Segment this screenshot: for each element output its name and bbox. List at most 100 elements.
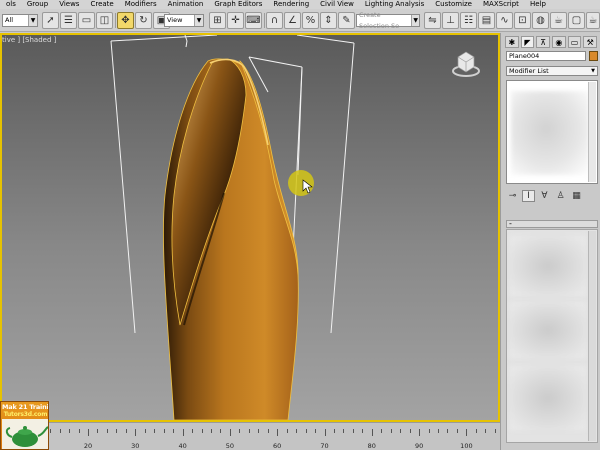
timeline-tick bbox=[381, 429, 383, 433]
pivot-center-button[interactable]: ⊞ bbox=[209, 12, 226, 29]
tab-create[interactable]: ✱ bbox=[505, 36, 519, 48]
timeline-tick bbox=[475, 429, 477, 433]
timeline-tick bbox=[69, 429, 71, 433]
select-and-rotate-button[interactable]: ↻ bbox=[135, 12, 152, 29]
create-icon: ✱ bbox=[508, 37, 516, 47]
select-manipulate-button[interactable]: ✛ bbox=[227, 12, 244, 29]
modifier-stack-toolbar: ⊸ Ⅰ ∀ ♙ ▦ bbox=[506, 189, 598, 203]
timeline-frame-label: 20 bbox=[83, 442, 93, 450]
show-end-result-button[interactable]: Ⅰ bbox=[522, 190, 535, 202]
align-icon: ⊥ bbox=[446, 15, 455, 26]
angle-snap-button[interactable]: ∠ bbox=[284, 12, 301, 29]
modifier-stack-scrollbar[interactable] bbox=[588, 82, 596, 182]
menu-group[interactable]: Group bbox=[21, 0, 53, 9]
move-icon: ✥ bbox=[121, 15, 130, 26]
render-setup-button[interactable]: ☕ bbox=[550, 12, 567, 29]
main-toolbar: All ▼ ➚ ☰ ▭ ◫ ✥ ↻ ▣ View ▼ ⊞ ✛ ⌨ ∩ ∠ % ⇕… bbox=[0, 9, 600, 32]
modifier-stack-list[interactable] bbox=[506, 80, 598, 184]
timeline-frame-label: 90 bbox=[414, 442, 424, 450]
material-editor-button[interactable]: ◍ bbox=[532, 12, 549, 29]
frame-window-icon: ▢ bbox=[571, 15, 582, 26]
timeline-frame-label: 60 bbox=[273, 442, 282, 450]
tab-motion[interactable]: ◉ bbox=[552, 36, 566, 48]
menu-civil-view[interactable]: Civil View bbox=[314, 0, 359, 9]
timeline-tick bbox=[88, 429, 89, 436]
select-and-move-button[interactable]: ✥ bbox=[117, 12, 134, 29]
timeline-tick bbox=[50, 429, 52, 433]
tab-utilities[interactable]: ⚒ bbox=[583, 36, 598, 48]
parameters-content bbox=[510, 302, 586, 358]
chevron-down-icon: ▼ bbox=[411, 15, 419, 26]
timeline-ruler[interactable]: 20 30 40 50 60 70 80 90 100 bbox=[50, 429, 500, 450]
menu-rendering[interactable]: Rendering bbox=[267, 0, 314, 9]
configure-modifier-sets-button[interactable]: ▦ bbox=[570, 190, 583, 202]
modifier-list-dropdown[interactable]: Modifier List ▼ bbox=[506, 66, 598, 76]
spinner-snap-button[interactable]: ⇕ bbox=[320, 12, 337, 29]
timeline-tick bbox=[400, 429, 402, 433]
tab-hierarchy[interactable]: ⊼ bbox=[536, 36, 551, 48]
timeline-tick bbox=[163, 429, 165, 433]
percent-snap-button[interactable]: % bbox=[302, 12, 319, 29]
rendered-frame-window-button[interactable]: ▢ bbox=[568, 12, 585, 29]
parameters-scrollbar[interactable] bbox=[588, 231, 596, 441]
timeline-tick bbox=[135, 429, 137, 436]
command-panel: ✱ ◤ ⊼ ◉ ▭ ⚒ Plane004 Modifier List ▼ ⊸ Ⅰ… bbox=[500, 33, 600, 450]
menu-help[interactable]: Help bbox=[524, 0, 551, 9]
layer-manager-button[interactable]: ☷ bbox=[460, 12, 477, 29]
select-by-name-button[interactable]: ☰ bbox=[60, 12, 77, 29]
schematic-view-button[interactable]: ⊡ bbox=[514, 12, 531, 29]
selection-filter-value: All bbox=[5, 16, 14, 24]
align-button[interactable]: ⊥ bbox=[442, 12, 459, 29]
reference-coordinate-dropdown[interactable]: View ▼ bbox=[164, 14, 204, 27]
menu-animation[interactable]: Animation bbox=[162, 0, 209, 9]
menu-create[interactable]: Create bbox=[84, 0, 118, 9]
keyboard-shortcut-override-button[interactable]: ⌨ bbox=[245, 12, 262, 29]
selection-filter-dropdown[interactable]: All ▼ bbox=[2, 14, 38, 27]
named-selection-set-dropdown[interactable]: Create Selection Se ▼ bbox=[356, 11, 420, 30]
tab-display[interactable]: ▭ bbox=[567, 36, 582, 48]
tab-modify[interactable]: ◤ bbox=[520, 36, 535, 48]
edit-named-selection-button[interactable]: ✎ bbox=[338, 12, 355, 29]
object-color-swatch[interactable] bbox=[589, 51, 598, 61]
timeline-tick bbox=[173, 429, 175, 433]
timeline-tick bbox=[97, 429, 99, 433]
menu-lighting-analysis[interactable]: Lighting Analysis bbox=[359, 0, 429, 9]
percent-icon: % bbox=[305, 15, 316, 26]
timeline-frame-label: 30 bbox=[131, 442, 140, 450]
chevron-down-icon: ▼ bbox=[194, 15, 203, 26]
perspective-viewport[interactable]: tive ] [Shaded ] bbox=[0, 33, 500, 422]
graphite-ribbon-button[interactable]: ▤ bbox=[478, 12, 495, 29]
parameters-rollout bbox=[506, 229, 598, 443]
timeline-tick bbox=[390, 429, 392, 433]
magnet-icon: ∩ bbox=[270, 15, 279, 26]
timeline-tick bbox=[106, 429, 108, 433]
menu-views[interactable]: Views bbox=[53, 0, 84, 9]
modifier-stack-content bbox=[511, 91, 589, 175]
timeline-tick bbox=[296, 429, 298, 433]
curve-editor-button[interactable]: ∿ bbox=[496, 12, 513, 29]
parameters-rollout-header[interactable]: - bbox=[506, 220, 598, 228]
make-unique-icon: ∀ bbox=[541, 191, 548, 201]
remove-modifier-button[interactable]: ♙ bbox=[554, 190, 567, 202]
viewport-label[interactable]: tive ] [Shaded ] bbox=[2, 35, 56, 45]
snaps-toggle-button[interactable]: ∩ bbox=[266, 12, 283, 29]
menu-tools[interactable]: ols bbox=[0, 0, 21, 9]
material-sphere-icon: ◍ bbox=[536, 15, 545, 26]
render-production-button[interactable]: ☕ bbox=[586, 12, 600, 29]
training-watermark-logo: Mak 21 Training Tutors3d.com bbox=[0, 401, 49, 450]
pin-stack-button[interactable]: ⊸ bbox=[506, 190, 519, 202]
object-name-field[interactable]: Plane004 bbox=[506, 51, 586, 61]
menu-graph-editors[interactable]: Graph Editors bbox=[208, 0, 267, 9]
menu-customize[interactable]: Customize bbox=[429, 0, 477, 9]
viewcube-navigator[interactable] bbox=[452, 51, 480, 77]
make-unique-button[interactable]: ∀ bbox=[538, 190, 551, 202]
menu-modifiers[interactable]: Modifiers bbox=[119, 0, 162, 9]
select-object-button[interactable]: ➚ bbox=[42, 12, 59, 29]
selection-region-button[interactable]: ▭ bbox=[78, 12, 95, 29]
window-crossing-button[interactable]: ◫ bbox=[96, 12, 113, 29]
mirror-button[interactable]: ⇋ bbox=[424, 12, 441, 29]
menu-maxscript[interactable]: MAXScript bbox=[477, 0, 524, 9]
timeline-track-bar[interactable]: 20 30 40 50 60 70 80 90 100 bbox=[0, 422, 500, 450]
arrow-cursor-icon: ➚ bbox=[46, 15, 55, 26]
timeline-tick bbox=[286, 429, 288, 433]
